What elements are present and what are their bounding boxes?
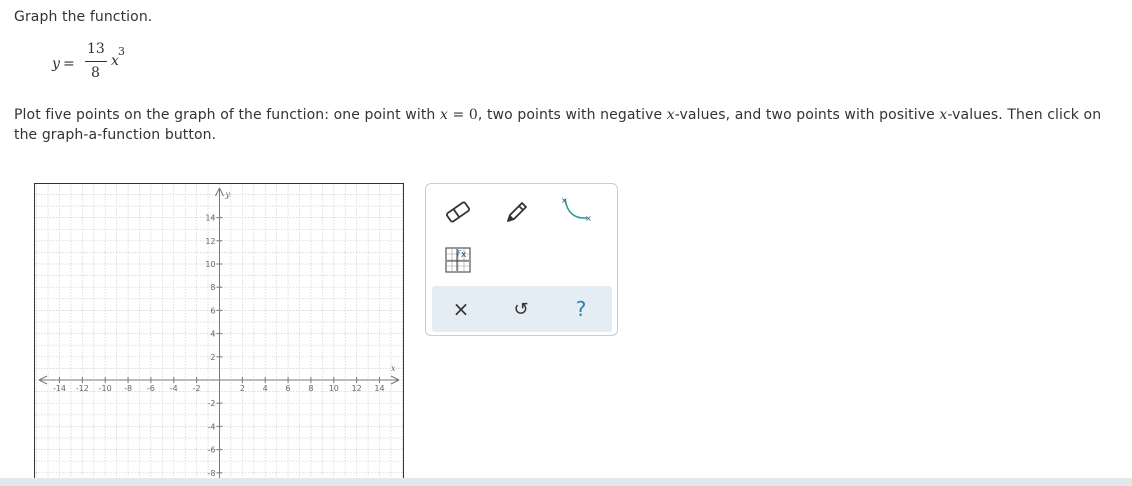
x-tick-label: 6: [286, 384, 291, 393]
curve-tool[interactable]: × ×: [558, 192, 594, 228]
y-tick-label: 8: [210, 283, 215, 292]
close-icon: ×: [452, 297, 470, 321]
x-tick-label: -6: [147, 384, 155, 393]
y-tick-label: 14: [205, 214, 215, 223]
x-tick-label: -10: [99, 384, 112, 393]
graph-function-tool[interactable]: f x: [440, 242, 476, 278]
x-tick-label: 12: [352, 384, 362, 393]
undo-button[interactable]: ↺: [504, 292, 538, 326]
x-tick-label: -2: [193, 384, 201, 393]
instruction-text-1: Plot five points on the graph of the fun…: [14, 107, 440, 123]
fraction-denominator: 8: [91, 65, 100, 81]
x-tick-label: 2: [240, 384, 245, 393]
y-tick-label: -6: [208, 446, 216, 455]
tool-action-bar: × ↺ ?: [432, 286, 612, 332]
help-button[interactable]: ?: [564, 292, 598, 326]
page-bottom-strip: [0, 478, 1132, 486]
fraction-numerator: 13: [87, 41, 105, 57]
svg-text:x: x: [461, 250, 467, 260]
y-tick-label: 6: [210, 306, 215, 315]
graphing-area[interactable]: x y -14 -12 -10 -8 -6 -4 -2 2 4 6 8 10 12 14 14 12 10 8 6 4 2 -…: [34, 183, 404, 486]
tool-panel: × × f x × ↺ ?: [425, 183, 618, 336]
equation-lhs: y: [52, 56, 60, 72]
instruction-var-x: x: [439, 107, 448, 123]
clear-button[interactable]: ×: [444, 292, 478, 326]
pencil-icon: [507, 202, 527, 222]
y-tick-label: -2: [208, 399, 216, 408]
function-equation: y = 13 8 x 3: [52, 40, 172, 90]
x-tick-label: 14: [374, 384, 384, 393]
y-tick-label: 12: [205, 237, 215, 246]
x-tick-label: -14: [53, 384, 66, 393]
y-tick-label: 10: [205, 260, 215, 269]
curve-tool-icon: × ×: [561, 196, 592, 223]
instruction-var-x: x: [666, 107, 675, 123]
help-icon: ?: [575, 297, 587, 321]
instruction-text-2: , two points with negative: [477, 107, 667, 123]
x-tick-label: 8: [308, 384, 313, 393]
eraser-tool[interactable]: [440, 194, 476, 230]
y-tick-label: 4: [210, 330, 215, 339]
graph-function-icon: f x: [445, 247, 471, 273]
x-tick-label: -12: [76, 384, 89, 393]
y-axis-label: y: [225, 190, 231, 199]
x-tick-label: -4: [170, 384, 178, 393]
eraser-icon: [446, 201, 470, 223]
undo-icon: ↺: [513, 298, 529, 320]
y-tick-label: 2: [210, 353, 215, 362]
instruction-text-3: -values, and two points with positive: [674, 107, 940, 123]
x-tick-label: 10: [329, 384, 339, 393]
question-title: Graph the function.: [14, 9, 153, 25]
coordinate-plane[interactable]: x y -14 -12 -10 -8 -6 -4 -2 2 4 6 8 10 12 14 14 12 10 8 6 4 2 -…: [35, 184, 403, 486]
svg-text:×: ×: [585, 214, 592, 223]
y-tick-label: -4: [208, 422, 216, 431]
equation-equals: =: [63, 56, 75, 72]
instruction-equals-zero: = 0: [447, 107, 478, 123]
x-tick-label: -8: [124, 384, 132, 393]
x-tick-label: 4: [263, 384, 268, 393]
x-axis-label: x: [391, 364, 396, 373]
plot-instruction: Plot five points on the graph of the fun…: [14, 105, 1126, 145]
svg-text:×: ×: [561, 196, 568, 205]
y-tick-label: -8: [208, 469, 216, 478]
equation-exponent: 3: [118, 45, 125, 58]
fraction-bar: [85, 61, 107, 62]
pencil-tool[interactable]: [499, 194, 535, 230]
